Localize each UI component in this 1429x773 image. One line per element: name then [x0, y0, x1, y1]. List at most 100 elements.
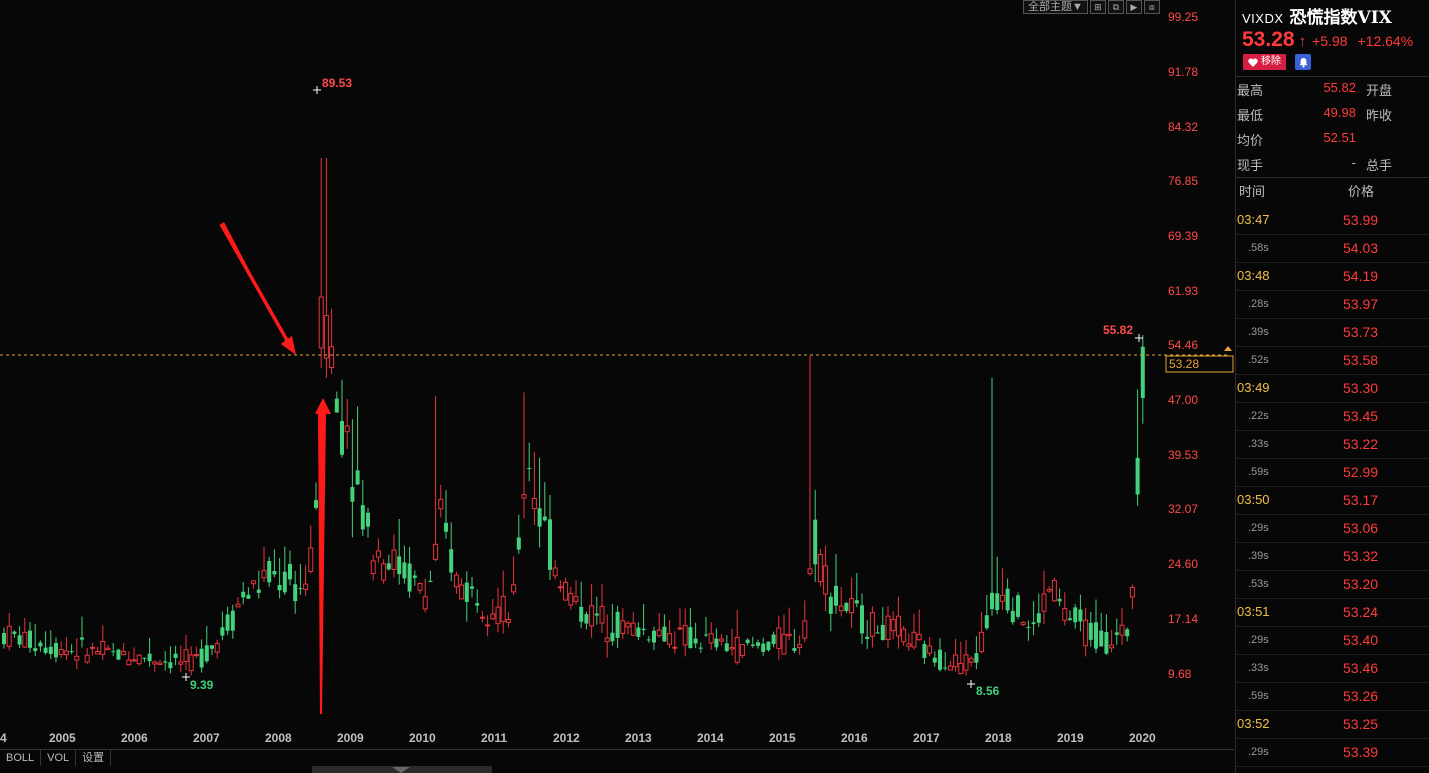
- candle-body: [604, 637, 610, 643]
- tick-row: .52s 53.58: [1236, 346, 1429, 375]
- toolbar-btn-play-icon[interactable]: ▶: [1125, 0, 1142, 14]
- candle-body: [901, 628, 907, 643]
- tick-time: 03:49: [1237, 380, 1270, 395]
- tick-time: .52s: [1248, 354, 1269, 366]
- candle-body: [407, 563, 412, 592]
- candle-body: [724, 643, 729, 652]
- candle-body: [979, 631, 985, 653]
- candle-body: [475, 603, 480, 606]
- symbol-code: VIXDX: [1242, 11, 1284, 26]
- y-tick: 17.14: [1168, 612, 1198, 626]
- candle-body: [58, 649, 64, 656]
- theme-select[interactable]: 全部主题▼: [1023, 0, 1088, 14]
- candle-body: [984, 615, 989, 629]
- candle-body: [444, 522, 448, 532]
- tick-row: .29s 53.40: [1236, 626, 1429, 655]
- tab-boll[interactable]: BOLL: [0, 750, 42, 766]
- candle-body: [557, 586, 563, 589]
- remove-watchlist-button[interactable]: 移除: [1243, 54, 1286, 70]
- x-tick: 2009: [337, 731, 364, 745]
- candle-body: [641, 628, 646, 631]
- candle-body: [999, 594, 1005, 602]
- candle-body: [1005, 588, 1010, 611]
- candle-body: [199, 648, 204, 668]
- candle-body: [136, 654, 142, 665]
- y-tick: 47.00: [1168, 393, 1198, 407]
- candle-body: [428, 580, 433, 582]
- bell-icon: [1299, 57, 1307, 68]
- tick-row: .59s 52.99: [1236, 458, 1429, 487]
- candle-body: [63, 650, 69, 656]
- candle-body: [552, 567, 558, 577]
- candle-body: [1051, 579, 1057, 602]
- toolbar-btn-window-icon[interactable]: ⧈: [1143, 0, 1160, 14]
- candle-body: [495, 606, 501, 625]
- candle-body: [95, 650, 101, 655]
- candle-body: [89, 646, 95, 649]
- candle-body: [828, 596, 833, 614]
- tick-price: 52.99: [1343, 464, 1379, 480]
- x-tick: 2011: [481, 731, 507, 745]
- candle-body: [438, 498, 444, 510]
- x-tick: 2013: [625, 731, 652, 745]
- candle-body: [906, 643, 912, 647]
- candle-body: [282, 571, 287, 593]
- candle-body: [100, 641, 106, 655]
- tick-row: .28s 53.97: [1236, 290, 1429, 319]
- x-tick: 2014: [697, 731, 724, 745]
- candle-body: [157, 662, 163, 665]
- kline-chart[interactable]: 53.28 99.25 91.78 84.32 76.85 69.39 61.9…: [0, 0, 1234, 749]
- alert-button[interactable]: [1295, 54, 1311, 70]
- tick-price: 53.32: [1343, 548, 1379, 564]
- min-label-2017: 8.56: [976, 684, 1000, 698]
- tick-price: 53.45: [1343, 408, 1379, 424]
- tick-time: .39s: [1248, 326, 1269, 338]
- tick-row: .53s 53.20: [1236, 570, 1429, 599]
- x-tick: 2005: [49, 731, 76, 745]
- candle-body: [943, 667, 948, 669]
- y-tick: 54.46: [1168, 338, 1198, 352]
- x-axis: 4 2005 2006 2007 2008 2009 2010 2011 201…: [0, 731, 1156, 745]
- candle-body: [1094, 622, 1098, 649]
- candle-body: [80, 637, 84, 640]
- y-tick: 69.39: [1168, 229, 1198, 243]
- candle-body: [12, 631, 17, 634]
- x-tick: 2017: [913, 731, 940, 745]
- candle-body: [1016, 595, 1020, 617]
- tick-price: 53.30: [1343, 380, 1379, 396]
- candle-body: [381, 563, 387, 581]
- candle-body: [214, 643, 220, 653]
- toolbar-btn-layout-icon[interactable]: ⧉: [1107, 0, 1124, 14]
- candle-body: [241, 591, 246, 598]
- tab-vol[interactable]: VOL: [41, 750, 77, 766]
- candle-body: [17, 635, 22, 645]
- toolbar-btn-grid-icon[interactable]: ⊞: [1089, 0, 1106, 14]
- candle-body: [375, 550, 381, 558]
- candle-body: [397, 556, 402, 575]
- candle-body: [838, 605, 844, 612]
- candle-body: [28, 630, 32, 648]
- tick-row: .33s 53.46: [1236, 654, 1429, 683]
- candle-body: [105, 647, 111, 651]
- tick-time: .33s: [1248, 438, 1269, 450]
- candle-body: [813, 519, 818, 565]
- candle-body: [693, 638, 698, 644]
- candle-body: [1083, 619, 1089, 647]
- tick-price: 53.39: [1343, 744, 1379, 760]
- candle-body: [932, 657, 937, 663]
- tab-settings[interactable]: 设置: [76, 750, 112, 766]
- x-tick: 2010: [409, 731, 436, 745]
- candle-body: [386, 563, 391, 570]
- candle-body: [537, 508, 542, 527]
- candle-body: [490, 613, 496, 620]
- candle-body: [677, 627, 683, 630]
- candle-body: [111, 651, 116, 653]
- candle-body: [152, 661, 158, 665]
- candle-body: [1140, 346, 1145, 398]
- up-arrow-icon: ↑: [1298, 33, 1307, 50]
- scroll-down-icon[interactable]: [392, 767, 410, 773]
- candle-body: [885, 615, 891, 640]
- y-axis: 99.25 91.78 84.32 76.85 69.39 61.93 54.4…: [1168, 10, 1198, 681]
- candle-body: [958, 662, 964, 675]
- candle-body: [599, 605, 605, 624]
